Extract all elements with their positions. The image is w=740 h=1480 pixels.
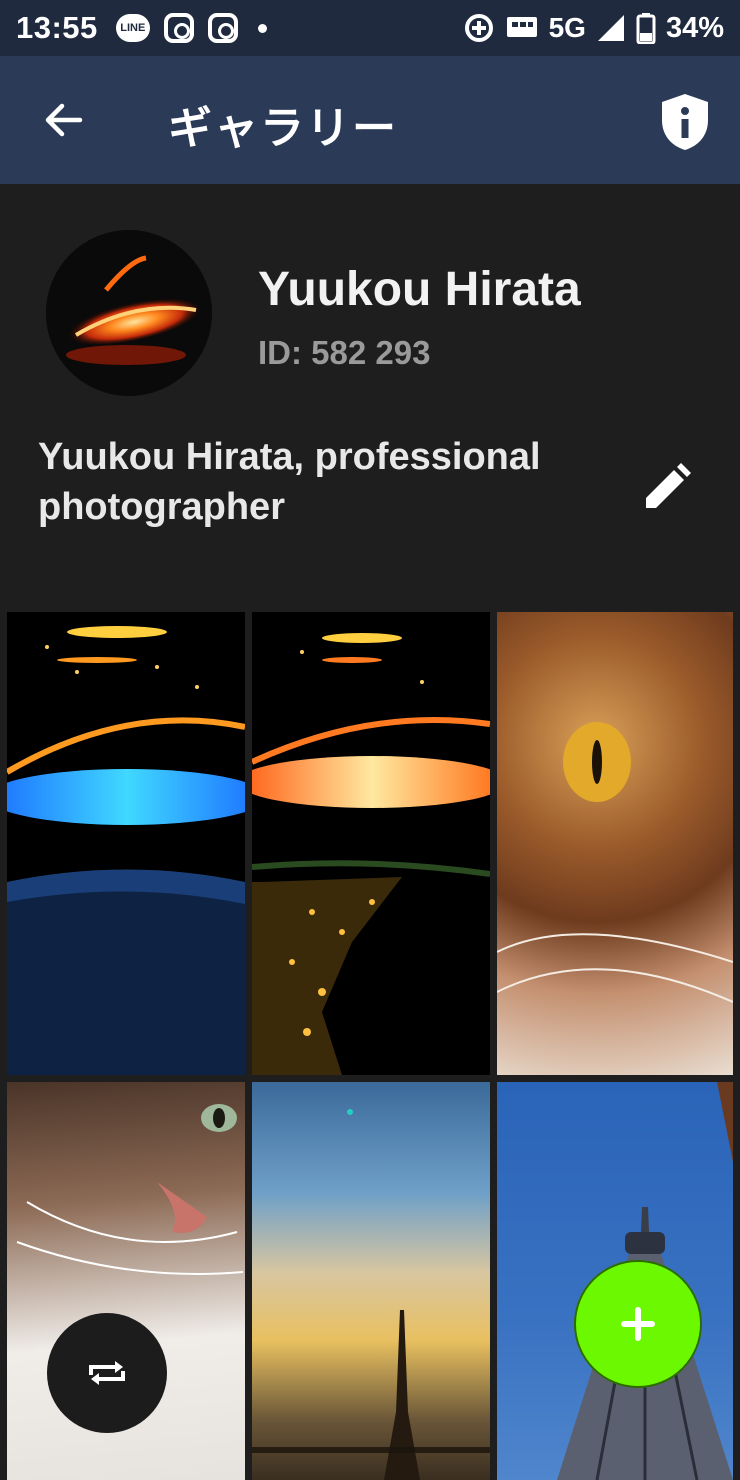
profile-bio: Yuukou Hirata, professional photographer [38, 436, 541, 528]
swap-button[interactable] [47, 1313, 167, 1433]
gallery-tile[interactable] [252, 612, 490, 1075]
app-bar: ギャラリー [0, 56, 740, 184]
gallery-image [252, 1109, 490, 1480]
status-time: 13:55 [16, 10, 98, 45]
more-notifications-dot-icon [257, 23, 267, 33]
gallery-tile[interactable] [497, 612, 733, 1075]
gallery-image [252, 633, 490, 1075]
network-type: 5G [548, 12, 586, 43]
profile-id: ID: 582 293 [258, 334, 431, 371]
gallery-image [7, 626, 245, 1075]
notification-icons: LINE [115, 13, 267, 43]
profile-name: Yuukou Hirata [258, 263, 581, 316]
shield-info-icon[interactable] [658, 92, 712, 152]
add-button[interactable] [574, 1260, 702, 1388]
instagram-icon [163, 13, 194, 43]
gallery-tile[interactable] [7, 612, 245, 1075]
plus-icon [621, 1307, 655, 1341]
arrow-left-icon[interactable] [40, 96, 88, 144]
signal-icon [597, 15, 624, 41]
message-icon [506, 17, 537, 37]
battery-icon [636, 13, 656, 44]
swap-icon [89, 1361, 125, 1385]
line-icon: LINE [115, 14, 150, 42]
battery-percent: 34% [665, 11, 724, 44]
status-bar: 13:55 LINE 5G 34% [0, 0, 740, 56]
pencil-icon[interactable] [640, 462, 692, 514]
gallery-tile[interactable] [252, 1082, 490, 1480]
data-saver-icon [464, 14, 493, 42]
instagram-icon [207, 13, 238, 43]
avatar[interactable] [46, 230, 212, 396]
avatar-image [46, 230, 212, 396]
page-title: ギャラリー [168, 104, 398, 153]
gallery-image [497, 722, 733, 1003]
system-icons: 5G 34% [463, 12, 724, 45]
